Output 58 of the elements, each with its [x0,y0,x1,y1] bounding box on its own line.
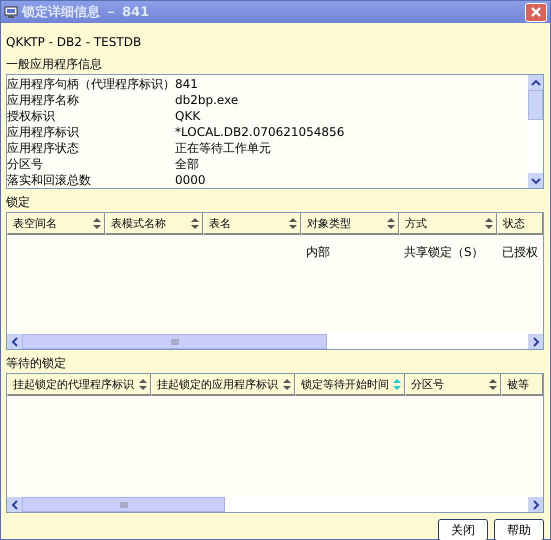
column-header[interactable]: 表模式名称 [105,213,203,235]
property-value: QKK [175,109,200,123]
column-header[interactable]: 锁定等待开始时间 [295,374,405,396]
grip-icon [170,338,178,344]
property-name: 应用程序名称 [7,92,80,108]
column-header[interactable]: 方式 [399,213,497,235]
property-name: 应用程序状态 [7,140,80,156]
table-cell-text: 内部 [305,244,331,260]
scroll-thumb[interactable] [22,497,225,512]
dialog-button[interactable]: 帮助 [494,519,544,540]
sort-icon [139,378,147,390]
section-label: 等待的锁定 [6,356,67,371]
dialog-button[interactable]: 关闭 [438,519,488,540]
property-value: 正在等待工作单元 [175,140,271,156]
grip-icon [120,502,128,508]
property-value: *LOCAL.DB2.070621054856 [175,125,344,139]
column-header[interactable]: 状态 [497,213,543,235]
column-header[interactable]: 被等 [501,374,543,396]
close-button[interactable] [525,2,547,22]
scroll-thumb[interactable] [528,90,543,120]
scroll-left-button[interactable] [7,334,22,349]
property-value: 全部 [175,156,199,172]
column-header[interactable]: 挂起锁定的应用程序标识 [151,374,295,396]
scroll-left-button[interactable] [7,497,22,512]
column-header[interactable]: 挂起锁定的代理程序标识 [7,374,151,396]
close-icon [530,6,542,18]
column-header[interactable]: 分区号 [405,374,501,396]
sort-icon [393,378,401,390]
property-name: 应用程序标识 [7,124,80,140]
sort-icon [485,218,493,228]
monitor-icon [4,6,18,18]
sort-icon [289,218,297,228]
scroll-right-button[interactable] [528,497,543,512]
property-name: 落实和回滚总数 [7,172,92,188]
property-value: db2bp.exe [175,93,238,107]
scroll-up-button[interactable] [528,75,543,90]
property-value: 0000 [175,173,206,187]
table-cell-text: 已授权 [501,244,539,260]
section-label: 锁定 [6,195,31,210]
scroll-down-button[interactable] [528,173,543,188]
sort-icon [489,378,497,390]
column-header[interactable]: 对象类型 [301,213,399,235]
sort-icon [283,378,291,390]
window-title: 锁定详细信息 － 841 [22,4,150,21]
scroll-thumb[interactable] [22,334,327,349]
column-header[interactable]: 表名 [203,213,301,235]
connection-heading: QKKTP - DB2 - TESTDB [6,35,142,49]
property-name: 分区号 [7,156,44,172]
sort-icon [191,218,199,228]
section-label: 一般应用程序信息 [6,57,103,72]
column-header[interactable]: 表空间名 [7,213,105,235]
scroll-right-button[interactable] [528,334,543,349]
property-name: 授权标识 [7,108,56,124]
property-value: 841 [175,77,198,91]
sort-icon [387,218,395,228]
property-name: 应用程序句柄（代理程序标识） [7,76,175,92]
table-cell-text: 共享锁定（S） [403,244,485,260]
sort-icon [93,218,101,228]
